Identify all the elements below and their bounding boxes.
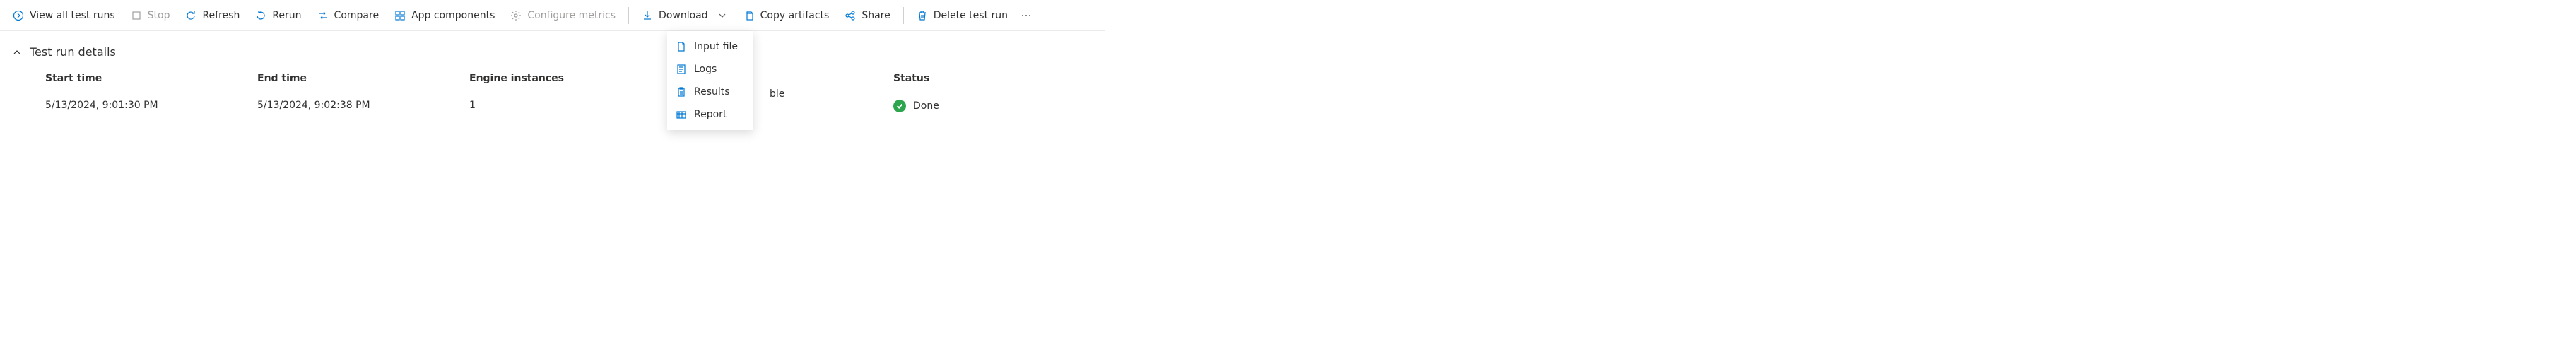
download-label: Download: [659, 10, 708, 21]
refresh-label: Refresh: [202, 10, 240, 21]
report-icon: [676, 109, 687, 120]
refresh-icon: [185, 10, 196, 21]
download-input-file-item[interactable]: Input file: [667, 35, 753, 58]
view-all-test-runs-button[interactable]: View all test runs: [6, 4, 122, 27]
ellipsis-icon: [1021, 10, 1032, 21]
chevron-down-icon: [717, 10, 728, 21]
stop-label: Stop: [148, 10, 170, 21]
download-button[interactable]: Download: [635, 4, 735, 27]
col-start-time-value: 5/13/2024, 9:01:30 PM: [45, 100, 257, 111]
download-report-item[interactable]: Report: [667, 103, 753, 126]
checkmark-circle-icon: [893, 100, 906, 112]
grid-icon: [394, 10, 406, 21]
toolbar-separator: [628, 7, 629, 24]
share-button[interactable]: Share: [837, 4, 897, 27]
col-status-label: Status: [893, 73, 1105, 84]
download-logs-item[interactable]: Logs: [667, 58, 753, 81]
test-run-details-section: Test run details Start time 5/13/2024, 9…: [0, 31, 1105, 127]
results-icon: [676, 86, 687, 98]
col-engine-instances-value: 1: [469, 100, 681, 111]
stop-button: Stop: [124, 4, 177, 27]
file-icon: [676, 41, 687, 52]
download-icon: [642, 10, 653, 21]
toolbar: View all test runs Stop Refresh Rerun Co…: [0, 0, 1105, 31]
col-start-time-label: Start time: [45, 73, 257, 84]
configure-metrics-button: Configure metrics: [503, 4, 623, 27]
delete-label: Delete test run: [934, 10, 1008, 21]
rerun-button[interactable]: Rerun: [248, 4, 308, 27]
dd-logs-label: Logs: [694, 64, 717, 75]
col-end-time-value: 5/13/2024, 9:02:38 PM: [257, 100, 469, 111]
configure-metrics-label: Configure metrics: [527, 10, 616, 21]
gear-icon: [510, 10, 522, 21]
details-grid: Start time 5/13/2024, 9:01:30 PM End tim…: [11, 73, 1093, 112]
section-header[interactable]: Test run details: [11, 45, 1093, 59]
chevron-up-icon: [11, 47, 23, 58]
col-end-time-label: End time: [257, 73, 469, 84]
view-all-label: View all test runs: [30, 10, 115, 21]
more-button[interactable]: [1016, 4, 1036, 27]
app-components-button[interactable]: App components: [387, 4, 502, 27]
compare-label: Compare: [334, 10, 380, 21]
copy-artifacts-label: Copy artifacts: [760, 10, 830, 21]
dd-input-file-label: Input file: [694, 41, 738, 52]
dd-results-label: Results: [694, 86, 730, 98]
download-dropdown: Input file Logs Results Report: [667, 31, 753, 130]
rerun-label: Rerun: [272, 10, 301, 21]
col-engine-instances-label: Engine instances: [469, 73, 681, 84]
dd-report-label: Report: [694, 109, 727, 120]
app-components-label: App components: [411, 10, 495, 21]
arrow-right-circle-icon: [13, 10, 24, 21]
status-text: Done: [913, 100, 939, 112]
toolbar-separator: [903, 7, 904, 24]
delete-test-run-button[interactable]: Delete test run: [910, 4, 1015, 27]
refresh-button[interactable]: Refresh: [178, 4, 247, 27]
copy-icon: [743, 10, 755, 21]
share-icon: [845, 10, 856, 21]
section-title: Test run details: [30, 45, 116, 59]
copy-artifacts-button[interactable]: Copy artifacts: [736, 4, 837, 27]
trash-icon: [917, 10, 928, 21]
download-results-item[interactable]: Results: [667, 81, 753, 103]
stop-icon: [131, 10, 142, 21]
col-status-value: Done: [893, 100, 939, 112]
compare-icon: [317, 10, 329, 21]
rerun-icon: [255, 10, 266, 21]
share-label: Share: [861, 10, 890, 21]
compare-button[interactable]: Compare: [310, 4, 387, 27]
logs-icon: [676, 64, 687, 75]
